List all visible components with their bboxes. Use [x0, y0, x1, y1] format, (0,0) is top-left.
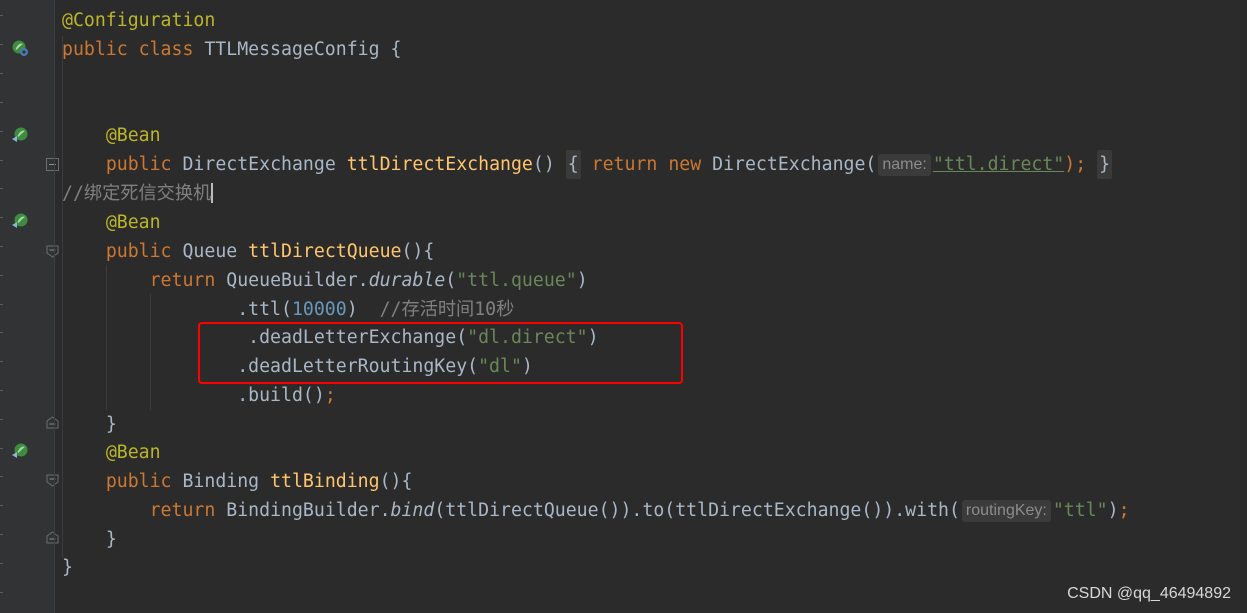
folded-region-open[interactable]: {	[565, 150, 581, 179]
spring-bean-icon[interactable]	[11, 442, 29, 460]
parameter-hint: name:	[878, 154, 931, 176]
code-line-15: }	[105, 414, 117, 435]
folded-region-close[interactable]: }	[1097, 150, 1113, 179]
parameter-hint: routingKey:	[961, 500, 1051, 522]
code-line-17: public Binding ttlBinding(){	[105, 471, 413, 492]
editor-gutter	[0, 0, 59, 613]
spring-bean-icon[interactable]	[11, 212, 29, 230]
fold-icon[interactable]	[46, 158, 59, 171]
code-line-9: public Queue ttlDirectQueue(){	[105, 241, 435, 262]
code-line-20: }	[62, 557, 73, 578]
code-line-2: public class TTLMessageConfig {	[62, 39, 402, 60]
red-highlight-box	[198, 322, 683, 384]
code-line-5: @Bean	[105, 125, 161, 146]
code-line-14: .build();	[237, 385, 336, 406]
fold-icon[interactable]	[46, 416, 59, 429]
code-line-7: //绑定死信交换机	[62, 183, 214, 204]
code-line-8: @Bean	[105, 212, 161, 233]
fold-icon[interactable]	[46, 474, 59, 487]
spring-config-icon[interactable]	[11, 39, 29, 57]
code-line-16: @Bean	[105, 442, 161, 463]
code-line-10: return QueueBuilder.durable("ttl.queue")	[149, 270, 588, 291]
spring-bean-icon[interactable]	[11, 126, 29, 144]
code-line-19: }	[105, 529, 117, 550]
fold-icon[interactable]	[46, 531, 59, 544]
fold-icon[interactable]	[46, 245, 59, 258]
code-line-1: @Configuration	[62, 10, 216, 31]
code-line-6: public DirectExchange ttlDirectExchange(…	[62, 150, 1113, 179]
watermark: CSDN @qq_46494892	[1067, 585, 1231, 602]
text-caret	[211, 183, 214, 203]
code-line-18: return BindingBuilder.bind(ttlDirectQueu…	[149, 500, 1130, 522]
code-line-11: .ttl(10000) //存活时间10秒	[237, 299, 515, 320]
